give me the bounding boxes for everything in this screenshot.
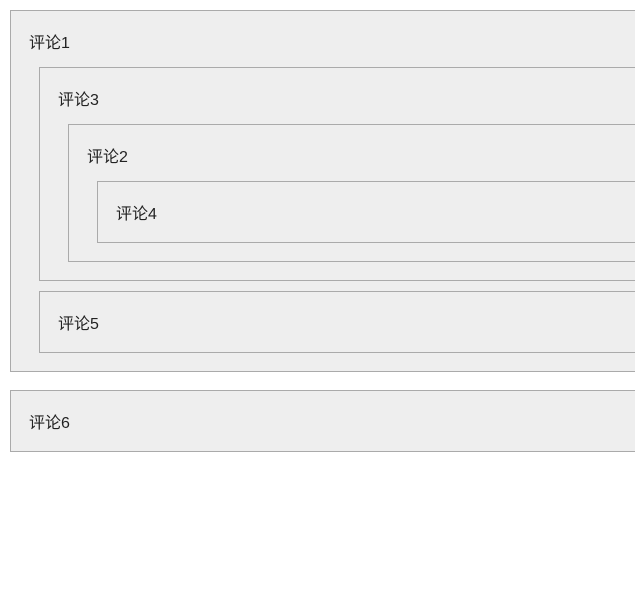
comment-label: 评论6 [29, 409, 635, 433]
comment-6[interactable]: 评论6 [10, 390, 635, 452]
comment-2[interactable]: 评论2 评论4 [68, 124, 635, 262]
comment-label: 评论3 [58, 86, 635, 110]
comment-label: 评论1 [29, 29, 635, 53]
comment-label: 评论5 [58, 310, 635, 334]
comment-4[interactable]: 评论4 [97, 181, 635, 243]
comment-label: 评论4 [116, 200, 635, 224]
comment-1[interactable]: 评论1 评论3 评论2 评论4 评论5 [10, 10, 635, 372]
comment-3[interactable]: 评论3 评论2 评论4 [39, 67, 635, 281]
comment-5[interactable]: 评论5 [39, 291, 635, 353]
comment-label: 评论2 [87, 143, 635, 167]
